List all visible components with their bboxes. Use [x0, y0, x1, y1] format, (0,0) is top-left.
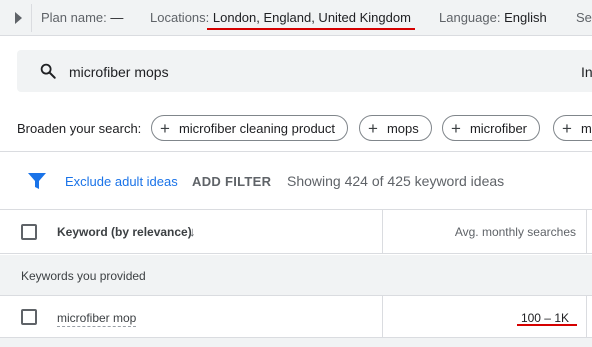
- arrow-down-icon[interactable]: ↓: [189, 224, 196, 239]
- plan-name-label: Plan name:: [41, 10, 107, 25]
- expand-plan-button[interactable]: [6, 4, 32, 32]
- table-header: Keyword (by relevance) ↓ Avg. monthly se…: [0, 210, 592, 254]
- keyword-cell[interactable]: microfiber mop: [57, 311, 137, 327]
- chip-label: m: [580, 120, 592, 136]
- keyword-group-header: Keywords you provided: [0, 255, 592, 296]
- plus-icon: +: [451, 118, 461, 138]
- locations-label: Locations:: [150, 10, 210, 25]
- bottom-strip: [0, 338, 592, 347]
- search-networks-label: Sea: [576, 10, 592, 25]
- add-filter-button[interactable]: ADD FILTER: [192, 174, 271, 189]
- search-icon: [40, 63, 56, 79]
- exclude-adult-ideas-link[interactable]: Exclude adult ideas: [65, 174, 178, 189]
- broaden-chip[interactable]: + mops: [359, 115, 432, 141]
- plus-icon: +: [562, 118, 572, 138]
- avg-searches-cell: 100 – 1K: [520, 311, 569, 325]
- search-query[interactable]: microfiber mops: [69, 64, 169, 80]
- column-divider: [586, 296, 587, 338]
- table-row: microfiber mop 100 – 1K: [0, 296, 592, 338]
- filter-row: Exclude adult ideas ADD FILTER Showing 4…: [0, 152, 592, 210]
- column-divider: [382, 296, 383, 338]
- search-networks[interactable]: Sea: [576, 10, 592, 25]
- row-checkbox[interactable]: [21, 309, 37, 325]
- keyword-column-header[interactable]: Keyword (by relevance): [57, 225, 192, 239]
- location-highlight-underline: [207, 28, 415, 30]
- broaden-search-row: Broaden your search: + microfiber cleani…: [0, 104, 592, 152]
- plan-bar: Plan name: — Locations: London, England,…: [0, 0, 592, 36]
- plan-name[interactable]: Plan name: —: [41, 10, 123, 25]
- avg-highlight-underline: [517, 324, 577, 326]
- search-right-text: In: [581, 64, 592, 80]
- language-label: Language:: [439, 10, 501, 25]
- column-divider: [586, 210, 587, 254]
- group-label: Keywords you provided: [21, 269, 146, 283]
- filter-icon[interactable]: [28, 173, 46, 190]
- language-value: English: [504, 10, 547, 25]
- broaden-chip[interactable]: + microfiber: [442, 115, 541, 141]
- locations-value: London, England, United Kingdom: [212, 10, 411, 25]
- plus-icon: +: [368, 118, 378, 138]
- chip-label: mops: [386, 120, 419, 136]
- broaden-chip[interactable]: + microfiber cleaning product: [151, 115, 349, 141]
- avg-monthly-searches-header[interactable]: Avg. monthly searches: [455, 225, 576, 239]
- column-divider: [382, 210, 383, 254]
- chip-label: microfiber cleaning product: [178, 120, 336, 136]
- locations[interactable]: Locations: London, England, United Kingd…: [150, 10, 411, 25]
- chip-label: microfiber: [469, 120, 528, 136]
- keyword-search-box[interactable]: microfiber mops In: [17, 50, 592, 92]
- broaden-label: Broaden your search:: [17, 121, 142, 136]
- chevron-right-icon: [15, 12, 22, 24]
- plan-name-value: —: [110, 10, 124, 25]
- results-count: Showing 424 of 425 keyword ideas: [287, 173, 505, 189]
- broaden-chip[interactable]: + m: [553, 115, 592, 141]
- plus-icon: +: [160, 118, 170, 138]
- select-all-checkbox[interactable]: [21, 224, 37, 240]
- language[interactable]: Language: English: [439, 10, 547, 25]
